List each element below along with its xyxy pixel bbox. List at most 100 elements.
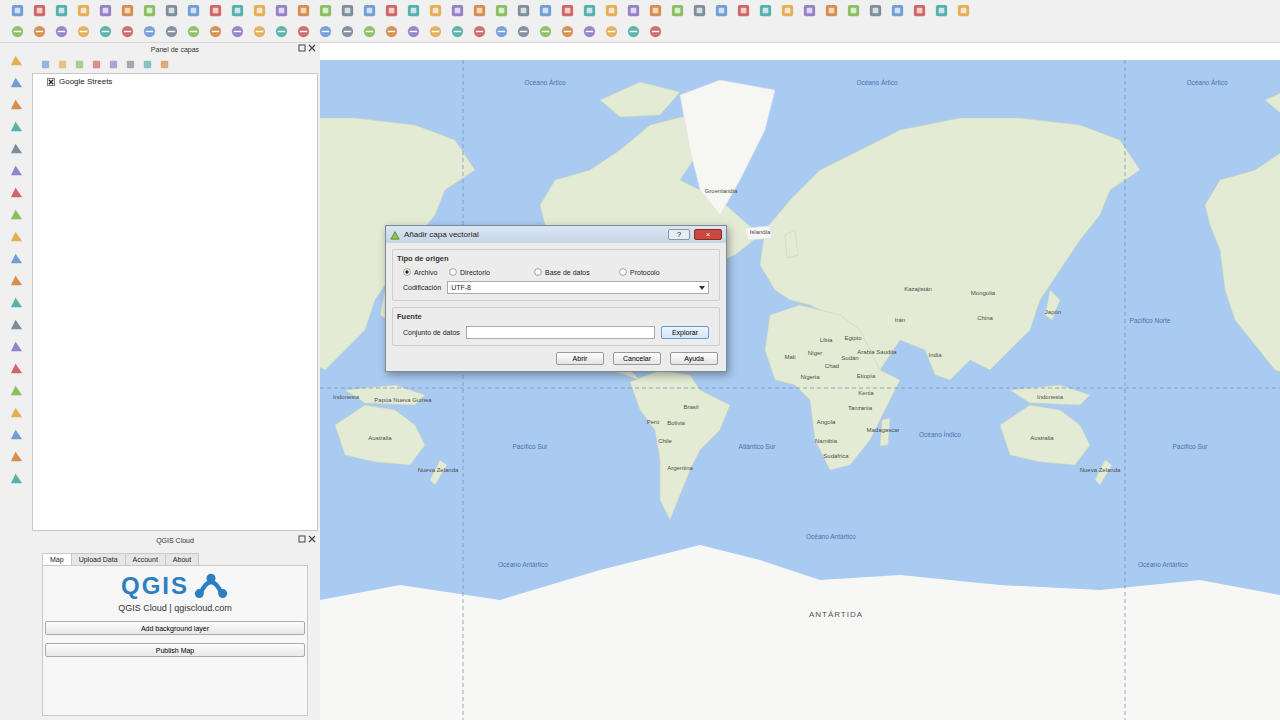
dialog-button[interactable]: Abrir bbox=[556, 352, 604, 365]
layer-tool-icon[interactable] bbox=[9, 207, 24, 222]
tool-icon[interactable] bbox=[296, 24, 311, 39]
layer-checkbox[interactable] bbox=[47, 78, 55, 86]
dialog-button[interactable]: Ayuda bbox=[670, 352, 718, 365]
tool-icon[interactable] bbox=[208, 3, 223, 18]
radio-option[interactable]: Base de datos bbox=[534, 268, 619, 276]
browse-button[interactable]: Explorar bbox=[661, 326, 709, 339]
tool-icon[interactable] bbox=[318, 24, 333, 39]
layer-tool-icon[interactable] bbox=[9, 339, 24, 354]
tool-icon[interactable] bbox=[582, 3, 597, 18]
tool-icon[interactable] bbox=[274, 3, 289, 18]
tool-icon[interactable] bbox=[406, 24, 421, 39]
cloud-button[interactable]: Add background layer bbox=[45, 621, 305, 635]
tool-icon[interactable] bbox=[648, 24, 663, 39]
tool-icon[interactable] bbox=[868, 3, 883, 18]
float-icon[interactable] bbox=[298, 535, 306, 543]
layer-tool-icon[interactable] bbox=[9, 163, 24, 178]
tool-icon[interactable] bbox=[32, 24, 47, 39]
tool-icon[interactable] bbox=[230, 24, 245, 39]
tool-icon[interactable] bbox=[296, 3, 311, 18]
tool-icon[interactable] bbox=[450, 3, 465, 18]
layer-tool-icon[interactable] bbox=[9, 251, 24, 266]
tool-icon[interactable] bbox=[142, 3, 157, 18]
map-canvas[interactable]: Océano ÁrticoOcéano ÁrticoOcéano ÁrticoG… bbox=[320, 60, 1280, 720]
tool-icon[interactable] bbox=[54, 24, 69, 39]
layer-action-icon[interactable] bbox=[91, 59, 102, 70]
layer-tool-icon[interactable] bbox=[9, 97, 24, 112]
tool-icon[interactable] bbox=[230, 3, 245, 18]
dialog-button[interactable]: Cancelar bbox=[613, 352, 661, 365]
tool-icon[interactable] bbox=[362, 24, 377, 39]
tool-icon[interactable] bbox=[714, 3, 729, 18]
tool-icon[interactable] bbox=[604, 24, 619, 39]
tool-icon[interactable] bbox=[626, 3, 641, 18]
radio-button[interactable] bbox=[403, 268, 411, 276]
layer-tool-icon[interactable] bbox=[9, 361, 24, 376]
tool-icon[interactable] bbox=[406, 3, 421, 18]
radio-button[interactable] bbox=[619, 268, 627, 276]
cloud-tab[interactable]: Upload Data bbox=[71, 553, 126, 565]
tool-icon[interactable] bbox=[98, 24, 113, 39]
tool-icon[interactable] bbox=[428, 3, 443, 18]
dataset-input[interactable] bbox=[466, 326, 655, 339]
tool-icon[interactable] bbox=[252, 3, 267, 18]
tool-icon[interactable] bbox=[670, 3, 685, 18]
layer-tool-icon[interactable] bbox=[9, 405, 24, 420]
tool-icon[interactable] bbox=[912, 3, 927, 18]
tool-icon[interactable] bbox=[340, 24, 355, 39]
tool-icon[interactable] bbox=[186, 3, 201, 18]
tool-icon[interactable] bbox=[142, 24, 157, 39]
layer-tool-icon[interactable] bbox=[9, 383, 24, 398]
tool-icon[interactable] bbox=[934, 3, 949, 18]
layer-tool-icon[interactable] bbox=[9, 449, 24, 464]
layer-tool-icon[interactable] bbox=[9, 141, 24, 156]
cloud-button[interactable]: Publish Map bbox=[45, 643, 305, 657]
tool-icon[interactable] bbox=[758, 3, 773, 18]
layer-action-icon[interactable] bbox=[142, 59, 153, 70]
cloud-tab[interactable]: Map bbox=[42, 553, 72, 565]
radio-button[interactable] bbox=[449, 268, 457, 276]
tool-icon[interactable] bbox=[780, 3, 795, 18]
tool-icon[interactable] bbox=[252, 24, 267, 39]
tool-icon[interactable] bbox=[890, 3, 905, 18]
tool-icon[interactable] bbox=[736, 3, 751, 18]
help-button[interactable]: ? bbox=[668, 229, 690, 240]
tool-icon[interactable] bbox=[32, 3, 47, 18]
layer-tool-icon[interactable] bbox=[9, 471, 24, 486]
layer-tool-icon[interactable] bbox=[9, 229, 24, 244]
tool-icon[interactable] bbox=[10, 24, 25, 39]
tool-icon[interactable] bbox=[472, 24, 487, 39]
radio-button[interactable] bbox=[534, 268, 542, 276]
layer-tool-icon[interactable] bbox=[9, 185, 24, 200]
dialog-titlebar[interactable]: Añadir capa vectorial ? × bbox=[386, 226, 726, 243]
tool-icon[interactable] bbox=[582, 24, 597, 39]
tool-icon[interactable] bbox=[208, 24, 223, 39]
tool-icon[interactable] bbox=[538, 3, 553, 18]
layer-action-icon[interactable] bbox=[40, 59, 51, 70]
float-icon[interactable] bbox=[298, 44, 306, 52]
tool-icon[interactable] bbox=[98, 3, 113, 18]
radio-option[interactable]: Directorio bbox=[449, 268, 534, 276]
tool-icon[interactable] bbox=[340, 3, 355, 18]
tool-icon[interactable] bbox=[10, 3, 25, 18]
tool-icon[interactable] bbox=[362, 3, 377, 18]
tool-icon[interactable] bbox=[450, 24, 465, 39]
layer-action-icon[interactable] bbox=[74, 59, 85, 70]
layer-row[interactable]: Google Streets bbox=[37, 76, 313, 87]
tool-icon[interactable] bbox=[120, 24, 135, 39]
tool-icon[interactable] bbox=[384, 3, 399, 18]
layer-tool-icon[interactable] bbox=[9, 295, 24, 310]
tool-icon[interactable] bbox=[384, 24, 399, 39]
layer-tool-icon[interactable] bbox=[9, 273, 24, 288]
tool-icon[interactable] bbox=[428, 24, 443, 39]
tool-icon[interactable] bbox=[164, 3, 179, 18]
tool-icon[interactable] bbox=[692, 3, 707, 18]
tool-icon[interactable] bbox=[626, 24, 641, 39]
tool-icon[interactable] bbox=[956, 3, 971, 18]
tool-icon[interactable] bbox=[54, 3, 69, 18]
tool-icon[interactable] bbox=[318, 3, 333, 18]
tool-icon[interactable] bbox=[846, 3, 861, 18]
tool-icon[interactable] bbox=[76, 3, 91, 18]
cloud-tab[interactable]: About bbox=[165, 553, 199, 565]
tool-icon[interactable] bbox=[494, 3, 509, 18]
